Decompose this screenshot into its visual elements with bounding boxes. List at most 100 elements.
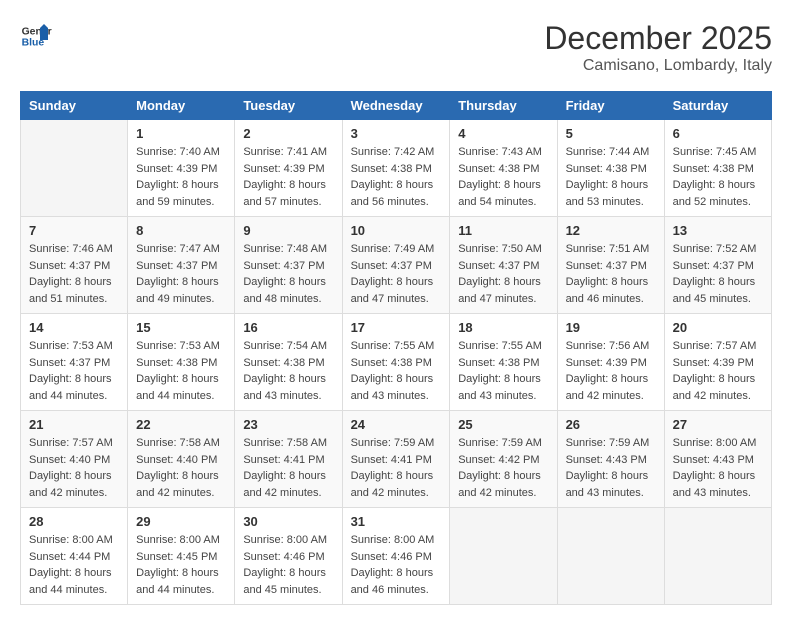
day-number: 25 (458, 417, 548, 432)
calendar-cell: 2Sunrise: 7:41 AMSunset: 4:39 PMDaylight… (235, 120, 342, 217)
calendar-cell: 3 Sunrise: 7:42 AMSunset: 4:38 PMDaylight… (342, 120, 450, 217)
day-number: 16 (243, 320, 333, 335)
calendar-cell: 25 Sunrise: 7:59 AMSunset: 4:42 PMDayligh… (450, 411, 557, 508)
logo: General Blue (20, 20, 52, 52)
day-number: 23 (243, 417, 333, 432)
calendar-cell (557, 508, 664, 605)
calendar-cell: 26 Sunrise: 7:59 AMSunset: 4:43 PMDayligh… (557, 411, 664, 508)
calendar-cell (450, 508, 557, 605)
day-number: 31 (351, 514, 442, 529)
day-number: 10 (351, 223, 442, 238)
title-block: December 2025 Camisano, Lombardy, Italy (544, 20, 772, 75)
day-number: 8 (136, 223, 226, 238)
day-number: 21 (29, 417, 119, 432)
calendar-cell: 4 Sunrise: 7:43 AMSunset: 4:38 PMDaylight… (450, 120, 557, 217)
day-number: 29 (136, 514, 226, 529)
day-info: Sunrise: 7:43 AMSunset: 4:38 PMDaylight:… (458, 144, 548, 210)
calendar-cell (664, 508, 771, 605)
day-number: 7 (29, 223, 119, 238)
day-info: Sunrise: 8:00 AMSunset: 4:44 PMDaylight:… (29, 532, 119, 598)
calendar-cell: 18Sunrise: 7:55 AMSunset: 4:38 PMDayligh… (450, 314, 557, 411)
day-number: 4 (458, 126, 548, 141)
calendar-cell: 15 Sunrise: 7:53 AMSunset: 4:38 PMDayligh… (128, 314, 235, 411)
day-info: Sunrise: 7:49 AMSunset: 4:37 PMDaylight:… (351, 241, 442, 307)
day-info: Sunrise: 7:53 AMSunset: 4:37 PMDaylight:… (29, 338, 119, 404)
day-info: Sunrise: 8:00 AMSunset: 4:43 PMDaylight:… (673, 435, 763, 501)
month-title: December 2025 (544, 20, 772, 57)
day-number: 19 (566, 320, 656, 335)
calendar-cell: 28 Sunrise: 8:00 AMSunset: 4:44 PMDayligh… (21, 508, 128, 605)
calendar-table: SundayMondayTuesdayWednesdayThursdayFrid… (20, 91, 772, 605)
day-info: Sunrise: 8:00 AMSunset: 4:46 PMDaylight:… (351, 532, 442, 598)
day-info: Sunrise: 7:44 AMSunset: 4:38 PMDaylight:… (566, 144, 656, 210)
calendar-cell (21, 120, 128, 217)
day-number: 13 (673, 223, 763, 238)
day-number: 28 (29, 514, 119, 529)
calendar-cell: 13 Sunrise: 7:52 AMSunset: 4:37 PMDayligh… (664, 217, 771, 314)
day-info: Sunrise: 7:56 AMSunset: 4:39 PMDaylight:… (566, 338, 656, 404)
weekday-header-wednesday: Wednesday (342, 92, 450, 120)
calendar-body: 1 Sunrise: 7:40 AMSunset: 4:39 PMDaylight… (21, 120, 772, 605)
day-number: 9 (243, 223, 333, 238)
day-number: 3 (351, 126, 442, 141)
day-info: Sunrise: 8:00 AMSunset: 4:46 PMDaylight:… (243, 532, 333, 598)
day-info: Sunrise: 7:41 AMSunset: 4:39 PMDaylight:… (243, 144, 333, 210)
day-info: Sunrise: 7:59 AMSunset: 4:41 PMDaylight:… (351, 435, 442, 501)
calendar-cell: 8 Sunrise: 7:47 AMSunset: 4:37 PMDaylight… (128, 217, 235, 314)
calendar-cell: 29 Sunrise: 8:00 AMSunset: 4:45 PMDayligh… (128, 508, 235, 605)
day-number: 6 (673, 126, 763, 141)
day-info: Sunrise: 7:57 AMSunset: 4:39 PMDaylight:… (673, 338, 763, 404)
day-number: 17 (351, 320, 442, 335)
weekday-header-tuesday: Tuesday (235, 92, 342, 120)
calendar-cell: 20 Sunrise: 7:57 AMSunset: 4:39 PMDayligh… (664, 314, 771, 411)
calendar-cell: 6 Sunrise: 7:45 AMSunset: 4:38 PMDaylight… (664, 120, 771, 217)
calendar-cell: 24Sunrise: 7:59 AMSunset: 4:41 PMDayligh… (342, 411, 450, 508)
calendar-cell: 9Sunrise: 7:48 AMSunset: 4:37 PMDaylight… (235, 217, 342, 314)
day-number: 14 (29, 320, 119, 335)
day-info: Sunrise: 7:50 AMSunset: 4:37 PMDaylight:… (458, 241, 548, 307)
day-number: 27 (673, 417, 763, 432)
day-info: Sunrise: 7:55 AMSunset: 4:38 PMDaylight:… (351, 338, 442, 404)
day-info: Sunrise: 7:42 AMSunset: 4:38 PMDaylight:… (351, 144, 442, 210)
day-info: Sunrise: 7:53 AMSunset: 4:38 PMDaylight:… (136, 338, 226, 404)
day-info: Sunrise: 7:46 AMSunset: 4:37 PMDaylight:… (29, 241, 119, 307)
day-info: Sunrise: 7:58 AMSunset: 4:40 PMDaylight:… (136, 435, 226, 501)
day-number: 26 (566, 417, 656, 432)
calendar-week-2: 7 Sunrise: 7:46 AMSunset: 4:37 PMDaylight… (21, 217, 772, 314)
day-info: Sunrise: 7:45 AMSunset: 4:38 PMDaylight:… (673, 144, 763, 210)
day-info: Sunrise: 7:51 AMSunset: 4:37 PMDaylight:… (566, 241, 656, 307)
calendar-cell: 19 Sunrise: 7:56 AMSunset: 4:39 PMDayligh… (557, 314, 664, 411)
day-info: Sunrise: 8:00 AMSunset: 4:45 PMDaylight:… (136, 532, 226, 598)
calendar-week-4: 21 Sunrise: 7:57 AMSunset: 4:40 PMDayligh… (21, 411, 772, 508)
weekday-header-monday: Monday (128, 92, 235, 120)
weekday-header-sunday: Sunday (21, 92, 128, 120)
calendar-cell: 30 Sunrise: 8:00 AMSunset: 4:46 PMDayligh… (235, 508, 342, 605)
calendar-cell: 5 Sunrise: 7:44 AMSunset: 4:38 PMDaylight… (557, 120, 664, 217)
day-info: Sunrise: 7:57 AMSunset: 4:40 PMDaylight:… (29, 435, 119, 501)
calendar-cell: 10 Sunrise: 7:49 AMSunset: 4:37 PMDayligh… (342, 217, 450, 314)
calendar-cell: 17 Sunrise: 7:55 AMSunset: 4:38 PMDayligh… (342, 314, 450, 411)
calendar-cell: 1 Sunrise: 7:40 AMSunset: 4:39 PMDaylight… (128, 120, 235, 217)
day-number: 30 (243, 514, 333, 529)
day-info: Sunrise: 7:52 AMSunset: 4:37 PMDaylight:… (673, 241, 763, 307)
day-info: Sunrise: 7:59 AMSunset: 4:42 PMDaylight:… (458, 435, 548, 501)
page-header: General Blue December 2025 Camisano, Lom… (20, 20, 772, 75)
day-number: 22 (136, 417, 226, 432)
calendar-cell: 27 Sunrise: 8:00 AMSunset: 4:43 PMDayligh… (664, 411, 771, 508)
calendar-cell: 12 Sunrise: 7:51 AMSunset: 4:37 PMDayligh… (557, 217, 664, 314)
calendar-week-5: 28 Sunrise: 8:00 AMSunset: 4:44 PMDayligh… (21, 508, 772, 605)
day-number: 5 (566, 126, 656, 141)
day-info: Sunrise: 7:40 AMSunset: 4:39 PMDaylight:… (136, 144, 226, 210)
day-number: 12 (566, 223, 656, 238)
day-number: 15 (136, 320, 226, 335)
day-info: Sunrise: 7:59 AMSunset: 4:43 PMDaylight:… (566, 435, 656, 501)
weekday-header-friday: Friday (557, 92, 664, 120)
weekday-header-thursday: Thursday (450, 92, 557, 120)
day-info: Sunrise: 7:55 AMSunset: 4:38 PMDaylight:… (458, 338, 548, 404)
calendar-cell: 11Sunrise: 7:50 AMSunset: 4:37 PMDayligh… (450, 217, 557, 314)
calendar-week-1: 1 Sunrise: 7:40 AMSunset: 4:39 PMDaylight… (21, 120, 772, 217)
day-number: 20 (673, 320, 763, 335)
day-number: 1 (136, 126, 226, 141)
day-info: Sunrise: 7:47 AMSunset: 4:37 PMDaylight:… (136, 241, 226, 307)
location-title: Camisano, Lombardy, Italy (544, 57, 772, 75)
